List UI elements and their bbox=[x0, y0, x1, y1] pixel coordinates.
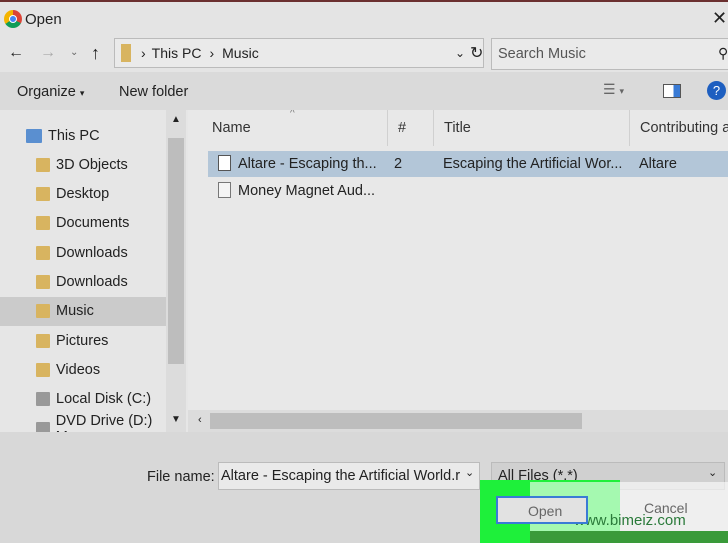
file-row[interactable]: Money Magnet Aud... bbox=[208, 178, 728, 204]
nav-item[interactable]: Documents bbox=[0, 209, 166, 238]
search-box[interactable]: Search Music ⚲ bbox=[491, 38, 728, 70]
nav-scrollbar[interactable]: ▲ ▼ bbox=[166, 110, 186, 432]
computer-icon bbox=[26, 128, 42, 143]
nav-item-label: Videos bbox=[56, 361, 101, 378]
nav-item[interactable]: 3D Objects bbox=[0, 150, 166, 179]
recent-dropdown[interactable]: ⌄ bbox=[70, 47, 78, 58]
up-button[interactable]: ↑ bbox=[91, 43, 100, 64]
organize-button[interactable]: Organize ▾ bbox=[17, 84, 84, 100]
toolbar: Organize ▾ New folder ☰ ▾ ? bbox=[0, 72, 728, 110]
folder-icon bbox=[36, 362, 50, 377]
drive-icon bbox=[36, 392, 50, 407]
music-folder-icon bbox=[121, 44, 131, 62]
file-row[interactable]: Altare - Escaping th... 2 Escaping the A… bbox=[208, 151, 728, 177]
address-bar[interactable]: › This PC › Music ⌄ bbox=[114, 38, 484, 68]
nav-item[interactable]: DVD Drive (D:) M bbox=[0, 412, 166, 433]
nav-item-label: 3D Objects bbox=[56, 156, 128, 173]
nav-item-label: Desktop bbox=[56, 186, 110, 203]
nav-item-label: Music bbox=[56, 303, 94, 320]
nav-item[interactable]: Videos bbox=[0, 355, 166, 384]
address-dropdown[interactable]: ⌄ bbox=[455, 46, 465, 60]
nav-item[interactable]: Local Disk (C:) bbox=[0, 385, 166, 414]
breadcrumb-music[interactable]: Music bbox=[222, 45, 259, 61]
download-folder-icon bbox=[36, 245, 50, 260]
view-options-icon[interactable]: ☰ ▾ bbox=[603, 81, 624, 98]
audio-file-icon bbox=[218, 155, 231, 171]
download-folder-icon bbox=[36, 275, 50, 289]
nav-item-label: Documents bbox=[56, 215, 130, 232]
new-folder-button[interactable]: New folder bbox=[119, 84, 188, 100]
dvd-icon bbox=[36, 421, 50, 432]
nav-item-label: Local Disk (C:) bbox=[56, 391, 152, 408]
nav-item[interactable]: Pictures bbox=[0, 326, 166, 355]
nav-item[interactable]: Desktop bbox=[0, 180, 166, 209]
title-bar: Open ✕ bbox=[0, 0, 728, 38]
nav-item[interactable]: Music bbox=[0, 296, 166, 326]
close-button[interactable]: ✕ bbox=[712, 8, 727, 29]
nav-item-label: Downloads bbox=[56, 244, 128, 261]
file-list: ^ Name # Title Contributing a Altare - E… bbox=[188, 110, 728, 432]
search-icon: ⚲ bbox=[718, 45, 728, 61]
bottom-panel: File name: Altare - Escaping the Artific… bbox=[0, 432, 728, 543]
nav-item[interactable]: This PC bbox=[0, 121, 166, 150]
column-title[interactable]: Title bbox=[434, 110, 630, 146]
folder-icon bbox=[36, 333, 50, 348]
chevron-down-icon: ⌄ bbox=[708, 467, 718, 479]
refresh-button[interactable]: ↻ bbox=[470, 43, 483, 63]
chrome-icon bbox=[4, 10, 22, 28]
column-number[interactable]: # bbox=[388, 110, 434, 146]
column-name[interactable]: Name bbox=[202, 110, 388, 146]
file-icon bbox=[218, 182, 231, 198]
navigation-pane: This PC 3D Objects Desktop Documents Downloa… bbox=[0, 110, 188, 432]
nav-item-label: Pictures bbox=[56, 332, 109, 349]
folder-icon bbox=[36, 187, 50, 202]
nav-item-label: Downloads bbox=[56, 274, 128, 290]
chevron-down-icon: ⌄ bbox=[465, 466, 475, 479]
file-name-input[interactable]: Altare - Escaping the Artificial World.r… bbox=[218, 462, 480, 490]
file-name-label: File name: bbox=[147, 469, 215, 485]
open-button[interactable]: Open bbox=[496, 496, 588, 524]
nav-item-label: This PC bbox=[48, 127, 100, 144]
nav-item[interactable]: Downloads bbox=[0, 268, 166, 297]
cancel-button[interactable]: Cancel bbox=[640, 498, 702, 520]
horizontal-scrollbar[interactable]: ‹ bbox=[188, 410, 728, 432]
column-contributing-artists[interactable]: Contributing a bbox=[630, 110, 728, 146]
music-folder-icon bbox=[36, 304, 50, 319]
search-input[interactable]: Search Music bbox=[498, 46, 586, 62]
nav-item-label: DVD Drive (D:) M bbox=[55, 412, 153, 433]
help-icon[interactable]: ? bbox=[707, 81, 726, 100]
folder-icon bbox=[36, 157, 50, 172]
nav-item[interactable]: Downloads bbox=[0, 238, 166, 267]
breadcrumb-this-pc[interactable]: This PC bbox=[152, 45, 202, 61]
preview-pane-icon[interactable] bbox=[663, 84, 681, 98]
navigation-bar: ← → ⌄ ↑ › This PC › Music ⌄ ↻ Search Mus… bbox=[0, 38, 728, 72]
back-button[interactable]: ← bbox=[8, 44, 24, 62]
folder-icon bbox=[36, 216, 50, 231]
forward-button[interactable]: → bbox=[40, 44, 56, 62]
dialog-title: Open bbox=[25, 11, 62, 28]
